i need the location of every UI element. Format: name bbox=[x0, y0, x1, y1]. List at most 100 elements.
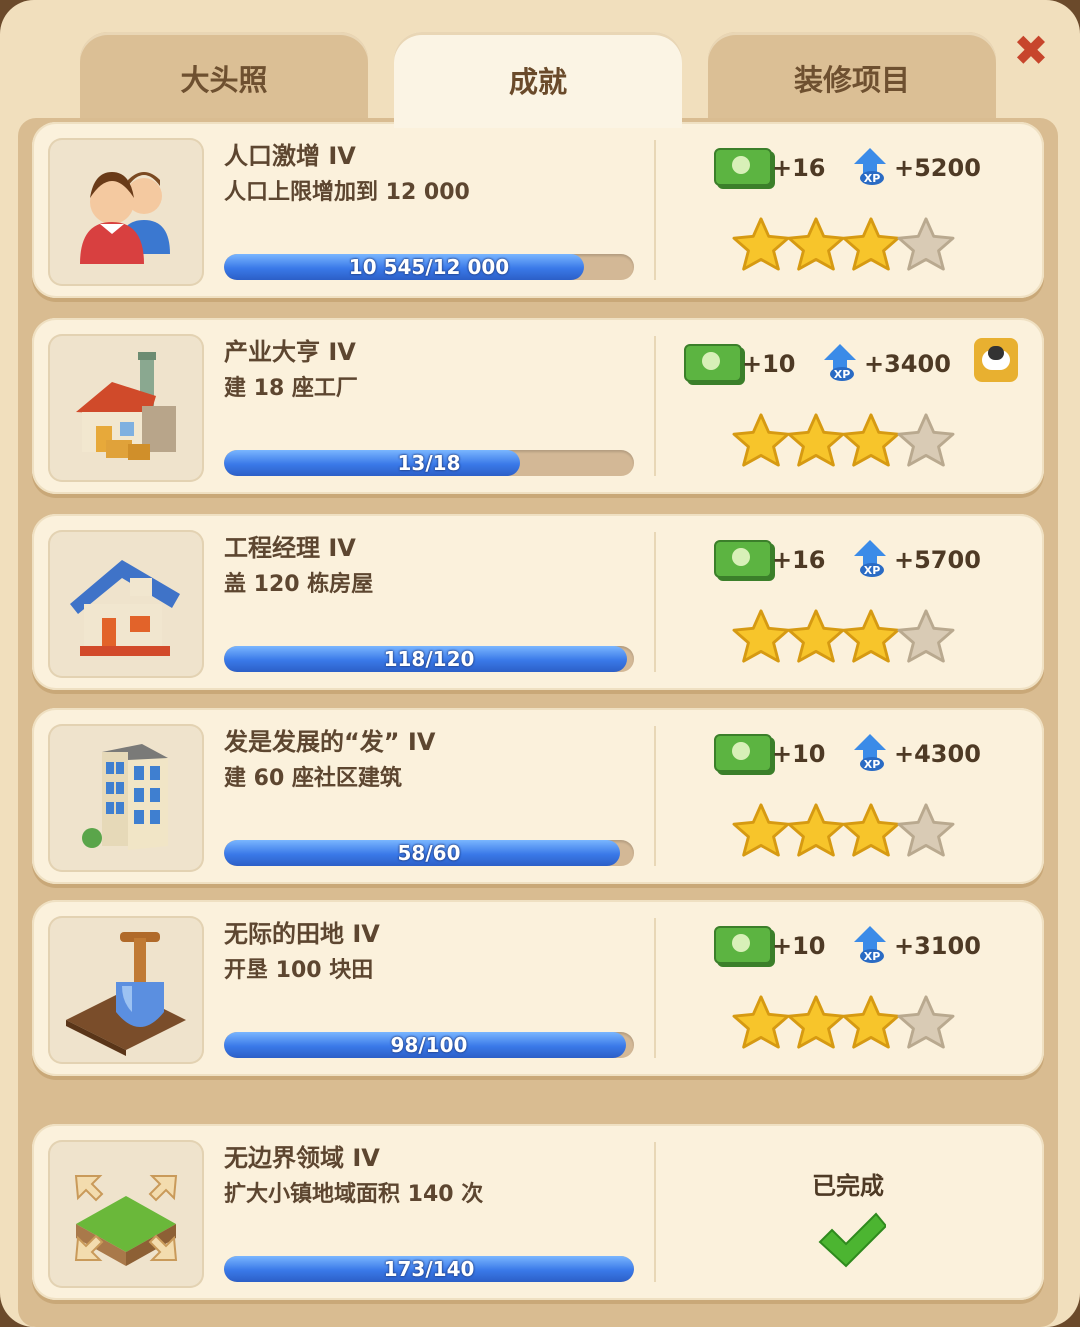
achievements-panel: 大头照 成就 装修项目 ✖ 人口激增 IV 人口上限增加到 12 000 10 54… bbox=[0, 0, 1080, 1327]
svg-text:XP: XP bbox=[864, 758, 881, 771]
cash-reward: +16 bbox=[772, 154, 826, 182]
progress-bar: 173/140 bbox=[224, 1256, 634, 1282]
tab-achievements[interactable]: 成就 bbox=[394, 32, 682, 128]
star-filled-icon bbox=[842, 803, 900, 862]
divider bbox=[654, 140, 656, 280]
achievement-title: 无边界领域 IV bbox=[224, 1144, 380, 1172]
xp-icon: XP bbox=[850, 146, 890, 186]
achievement-description: 盖 120 栋房屋 bbox=[224, 572, 374, 597]
cash-icon bbox=[714, 540, 772, 578]
sheep-icon bbox=[974, 338, 1018, 382]
cash-icon bbox=[714, 926, 772, 964]
star-filled-icon bbox=[732, 609, 790, 668]
divider bbox=[654, 726, 656, 866]
achievement-card[interactable]: 无际的田地 IV 开垦 100 块田 98/100 +10 XP +3100 bbox=[32, 900, 1044, 1076]
achievement-icon-box bbox=[48, 916, 204, 1064]
xp-icon: XP bbox=[850, 732, 890, 772]
star-filled-icon bbox=[842, 217, 900, 276]
star-rating bbox=[732, 608, 955, 668]
star-empty-icon bbox=[897, 803, 955, 862]
svg-text:XP: XP bbox=[864, 564, 881, 577]
progress-bar: 10 545/12 000 bbox=[224, 254, 634, 280]
progress-text: 118/120 bbox=[383, 647, 475, 671]
achievement-description: 建 18 座工厂 bbox=[224, 376, 358, 401]
star-rating bbox=[732, 994, 955, 1054]
star-empty-icon bbox=[897, 217, 955, 276]
achievement-card[interactable]: 产业大亨 IV 建 18 座工厂 13/18 +10 XP +3400 bbox=[32, 318, 1044, 494]
achievement-description: 建 60 座社区建筑 bbox=[224, 766, 402, 791]
achievement-icon-box bbox=[48, 530, 204, 678]
divider bbox=[654, 918, 656, 1058]
progress-text: 58/60 bbox=[397, 841, 461, 865]
star-filled-icon bbox=[732, 413, 790, 472]
achievement-card[interactable]: 工程经理 IV 盖 120 栋房屋 118/120 +16 XP +5700 bbox=[32, 514, 1044, 690]
cash-reward: +16 bbox=[772, 546, 826, 574]
progress-text: 13/18 bbox=[397, 451, 461, 475]
xp-reward: +3100 bbox=[894, 932, 981, 960]
achievement-card[interactable]: 人口激增 IV 人口上限增加到 12 000 10 545/12 000 +16 XP +… bbox=[32, 122, 1044, 298]
star-empty-icon bbox=[897, 995, 955, 1054]
achievement-description: 开垦 100 块田 bbox=[224, 958, 374, 983]
achievement-card[interactable]: 无边界领域 IV 扩大小镇地域面积 140 次 173/140 已完成 bbox=[32, 1124, 1044, 1300]
divider bbox=[654, 1142, 656, 1282]
star-rating bbox=[732, 412, 955, 472]
achievement-title: 无际的田地 IV bbox=[224, 920, 380, 948]
xp-icon: XP bbox=[820, 342, 860, 382]
cash-reward: +10 bbox=[772, 932, 826, 960]
achievement-icon-box bbox=[48, 1140, 204, 1288]
star-filled-icon bbox=[842, 609, 900, 668]
progress-text: 98/100 bbox=[390, 1033, 468, 1057]
achievement-description: 人口上限增加到 12 000 bbox=[224, 180, 470, 205]
progress-bar: 118/120 bbox=[224, 646, 634, 672]
cash-icon bbox=[714, 148, 772, 186]
xp-reward: +4300 bbox=[894, 740, 981, 768]
xp-reward: +5700 bbox=[894, 546, 981, 574]
star-filled-icon bbox=[787, 413, 845, 472]
star-filled-icon bbox=[787, 995, 845, 1054]
star-filled-icon bbox=[842, 995, 900, 1054]
achievement-icon-box bbox=[48, 138, 204, 286]
star-empty-icon bbox=[897, 413, 955, 472]
star-rating bbox=[732, 216, 955, 276]
svg-text:XP: XP bbox=[864, 172, 881, 185]
completed-label: 已完成 bbox=[812, 1172, 884, 1200]
close-icon[interactable]: ✖ bbox=[1010, 30, 1052, 72]
progress-bar: 58/60 bbox=[224, 840, 634, 866]
cash-reward: +10 bbox=[772, 740, 826, 768]
achievement-icon-box bbox=[48, 334, 204, 482]
cash-icon bbox=[684, 344, 742, 382]
xp-reward: +3400 bbox=[864, 350, 951, 378]
achievement-icon-box bbox=[48, 724, 204, 872]
progress-bar: 13/18 bbox=[224, 450, 634, 476]
star-filled-icon bbox=[842, 413, 900, 472]
star-rating bbox=[732, 802, 955, 862]
achievement-description: 扩大小镇地域面积 140 次 bbox=[224, 1182, 484, 1207]
tab-portrait[interactable]: 大头照 bbox=[80, 32, 368, 124]
star-filled-icon bbox=[732, 217, 790, 276]
tab-label: 成就 bbox=[508, 65, 567, 99]
xp-reward: +5200 bbox=[894, 154, 981, 182]
star-filled-icon bbox=[787, 803, 845, 862]
xp-icon: XP bbox=[850, 924, 890, 964]
star-filled-icon bbox=[732, 803, 790, 862]
tab-label: 装修项目 bbox=[793, 63, 910, 97]
cash-reward: +10 bbox=[742, 350, 796, 378]
star-filled-icon bbox=[732, 995, 790, 1054]
achievement-card[interactable]: 发是发展的“发” IV 建 60 座社区建筑 58/60 +10 XP +4300 bbox=[32, 708, 1044, 884]
progress-bar: 98/100 bbox=[224, 1032, 634, 1058]
achievement-title: 工程经理 IV bbox=[224, 534, 356, 562]
divider bbox=[654, 532, 656, 672]
achievement-title: 产业大亨 IV bbox=[224, 338, 356, 366]
star-empty-icon bbox=[897, 609, 955, 668]
progress-text: 10 545/12 000 bbox=[348, 255, 510, 279]
achievement-title: 人口激增 IV bbox=[224, 142, 356, 170]
tab-decoration[interactable]: 装修项目 bbox=[708, 32, 996, 124]
star-filled-icon bbox=[787, 609, 845, 668]
tab-label: 大头照 bbox=[180, 63, 268, 97]
cash-icon bbox=[714, 734, 772, 772]
achievement-title: 发是发展的“发” IV bbox=[224, 728, 436, 756]
divider bbox=[654, 336, 656, 476]
svg-text:XP: XP bbox=[834, 368, 851, 381]
checkmark-icon bbox=[818, 1212, 886, 1268]
progress-text: 173/140 bbox=[383, 1257, 475, 1281]
